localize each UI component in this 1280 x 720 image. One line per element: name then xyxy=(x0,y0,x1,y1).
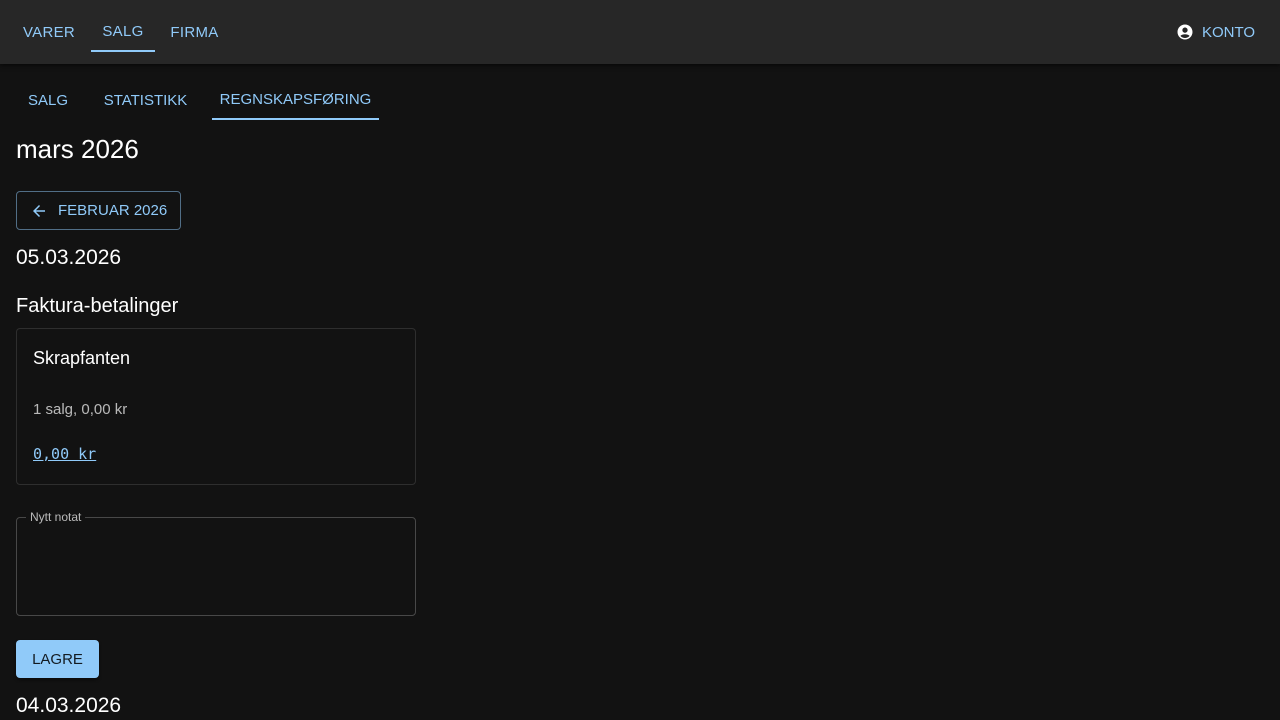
save-button[interactable]: LAGRE xyxy=(16,640,99,678)
payment-card: Skrapfanten 1 salg, 0,00 kr 0,00 kr xyxy=(16,328,416,485)
nav-salg[interactable]: SALG xyxy=(91,12,155,52)
note-field[interactable]: Nytt notat xyxy=(16,510,416,616)
arrow-back-icon xyxy=(30,202,48,220)
date-heading: 05.03.2026 xyxy=(16,246,122,269)
nav-firma[interactable]: FIRMA xyxy=(163,12,226,52)
tab-statistikk[interactable]: STATISTIKK xyxy=(96,80,195,120)
date-heading: 04.03.2026 xyxy=(16,694,122,717)
amount-link[interactable]: 0,00 kr xyxy=(33,445,96,463)
account-label: KONTO xyxy=(1202,23,1256,41)
section-heading: Faktura-betalinger xyxy=(16,295,179,317)
account-button[interactable]: KONTO xyxy=(1170,12,1266,52)
previous-month-button[interactable]: FEBRUAR 2026 xyxy=(16,191,181,230)
page-title: mars 2026 xyxy=(16,134,139,164)
note-label: Nytt notat xyxy=(26,510,86,524)
tab-salg[interactable]: SALG xyxy=(16,80,80,120)
sales-summary: 1 salg, 0,00 kr xyxy=(33,401,128,418)
tab-regnskapsforing[interactable]: REGNSKAPSFØRING xyxy=(212,80,379,120)
nav-varer[interactable]: VARER xyxy=(16,12,82,52)
account-circle-icon xyxy=(1176,23,1194,41)
note-input[interactable] xyxy=(31,530,401,606)
customer-name: Skrapfanten xyxy=(33,348,131,368)
top-app-bar: VARER SALG FIRMA KONTO xyxy=(0,0,1280,64)
previous-month-label: FEBRUAR 2026 xyxy=(58,202,168,219)
